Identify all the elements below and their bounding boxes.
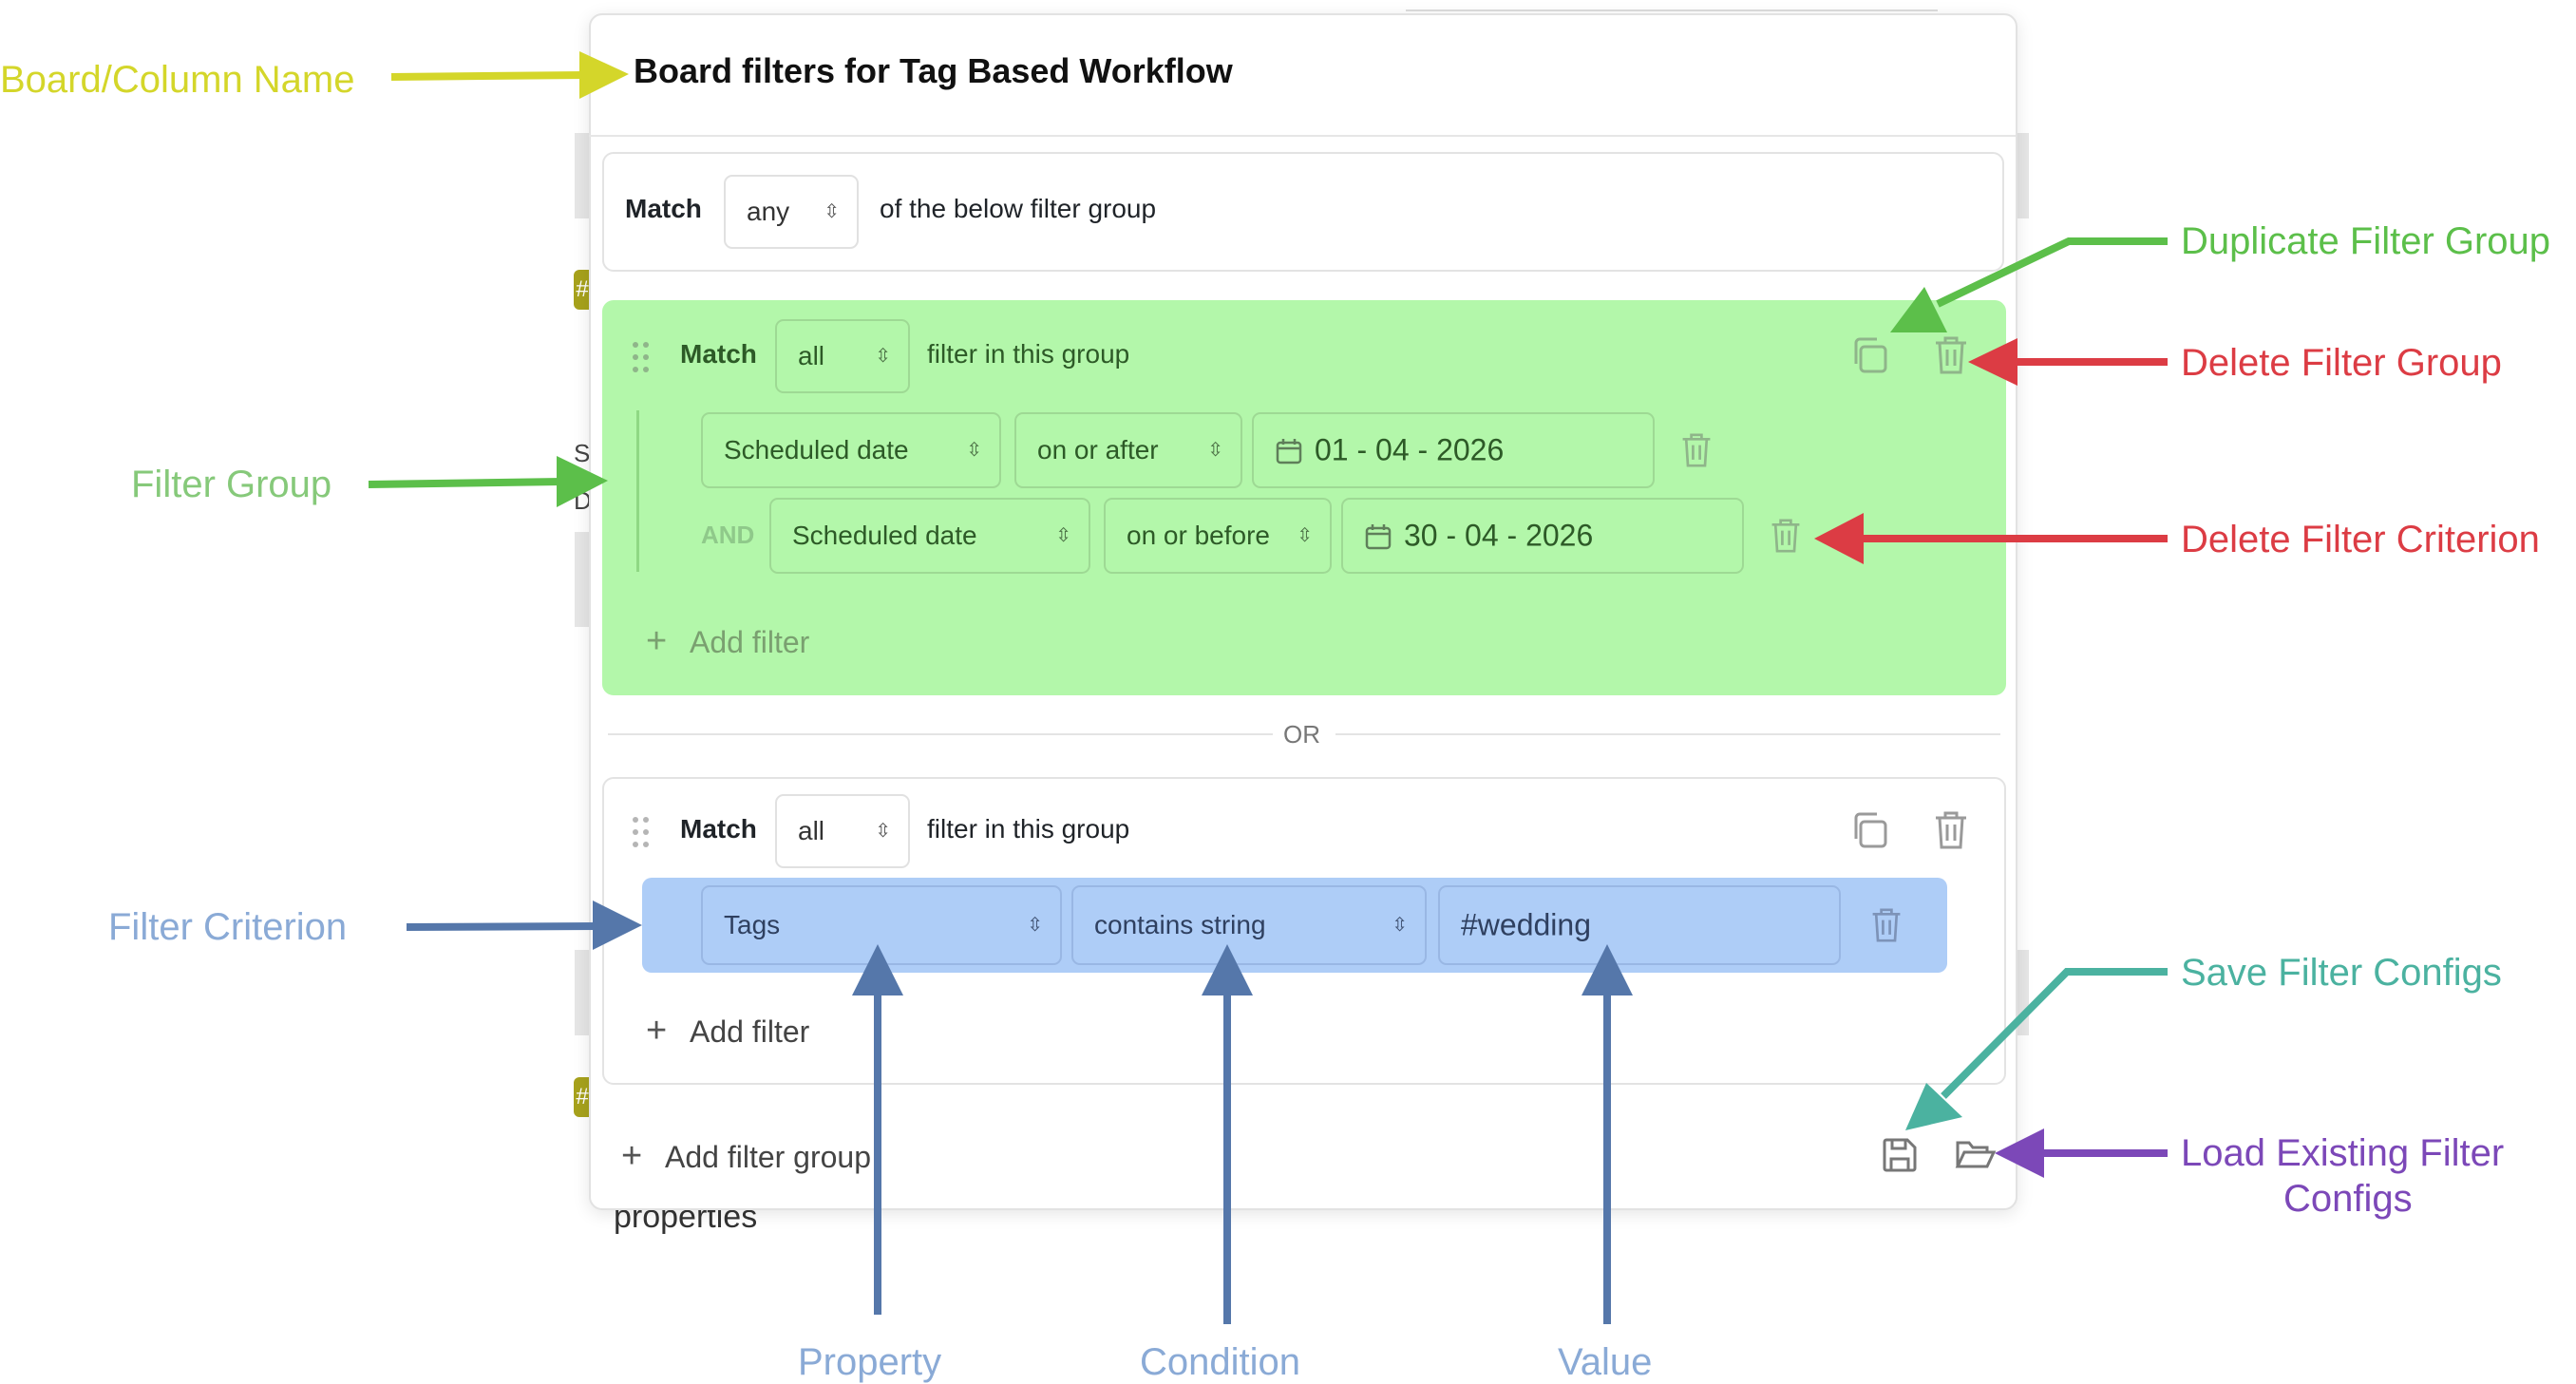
annotation-duplicate-filter-group: Duplicate Filter Group: [2181, 220, 2551, 262]
annotation-filter-group: Filter Group: [131, 464, 332, 505]
annotation-arrows: [368, 51, 2168, 1324]
annotation-property: Property: [798, 1341, 942, 1383]
annotation-save-filter-configs: Save Filter Configs: [2181, 952, 2502, 994]
annotation-filter-criterion: Filter Criterion: [108, 906, 348, 948]
annotation-condition: Condition: [1140, 1341, 1301, 1383]
annotation-board-column-name: Board/Column Name: [0, 59, 355, 101]
annotation-load-existing-filter-configs-line2: Configs: [2283, 1178, 2413, 1220]
annotation-delete-filter-criterion: Delete Filter Criterion: [2181, 519, 2540, 560]
annotation-delete-filter-group: Delete Filter Group: [2181, 342, 2502, 384]
annotation-value: Value: [1558, 1341, 1653, 1383]
annotation-load-existing-filter-configs: Load Existing Filter: [2181, 1132, 2505, 1174]
